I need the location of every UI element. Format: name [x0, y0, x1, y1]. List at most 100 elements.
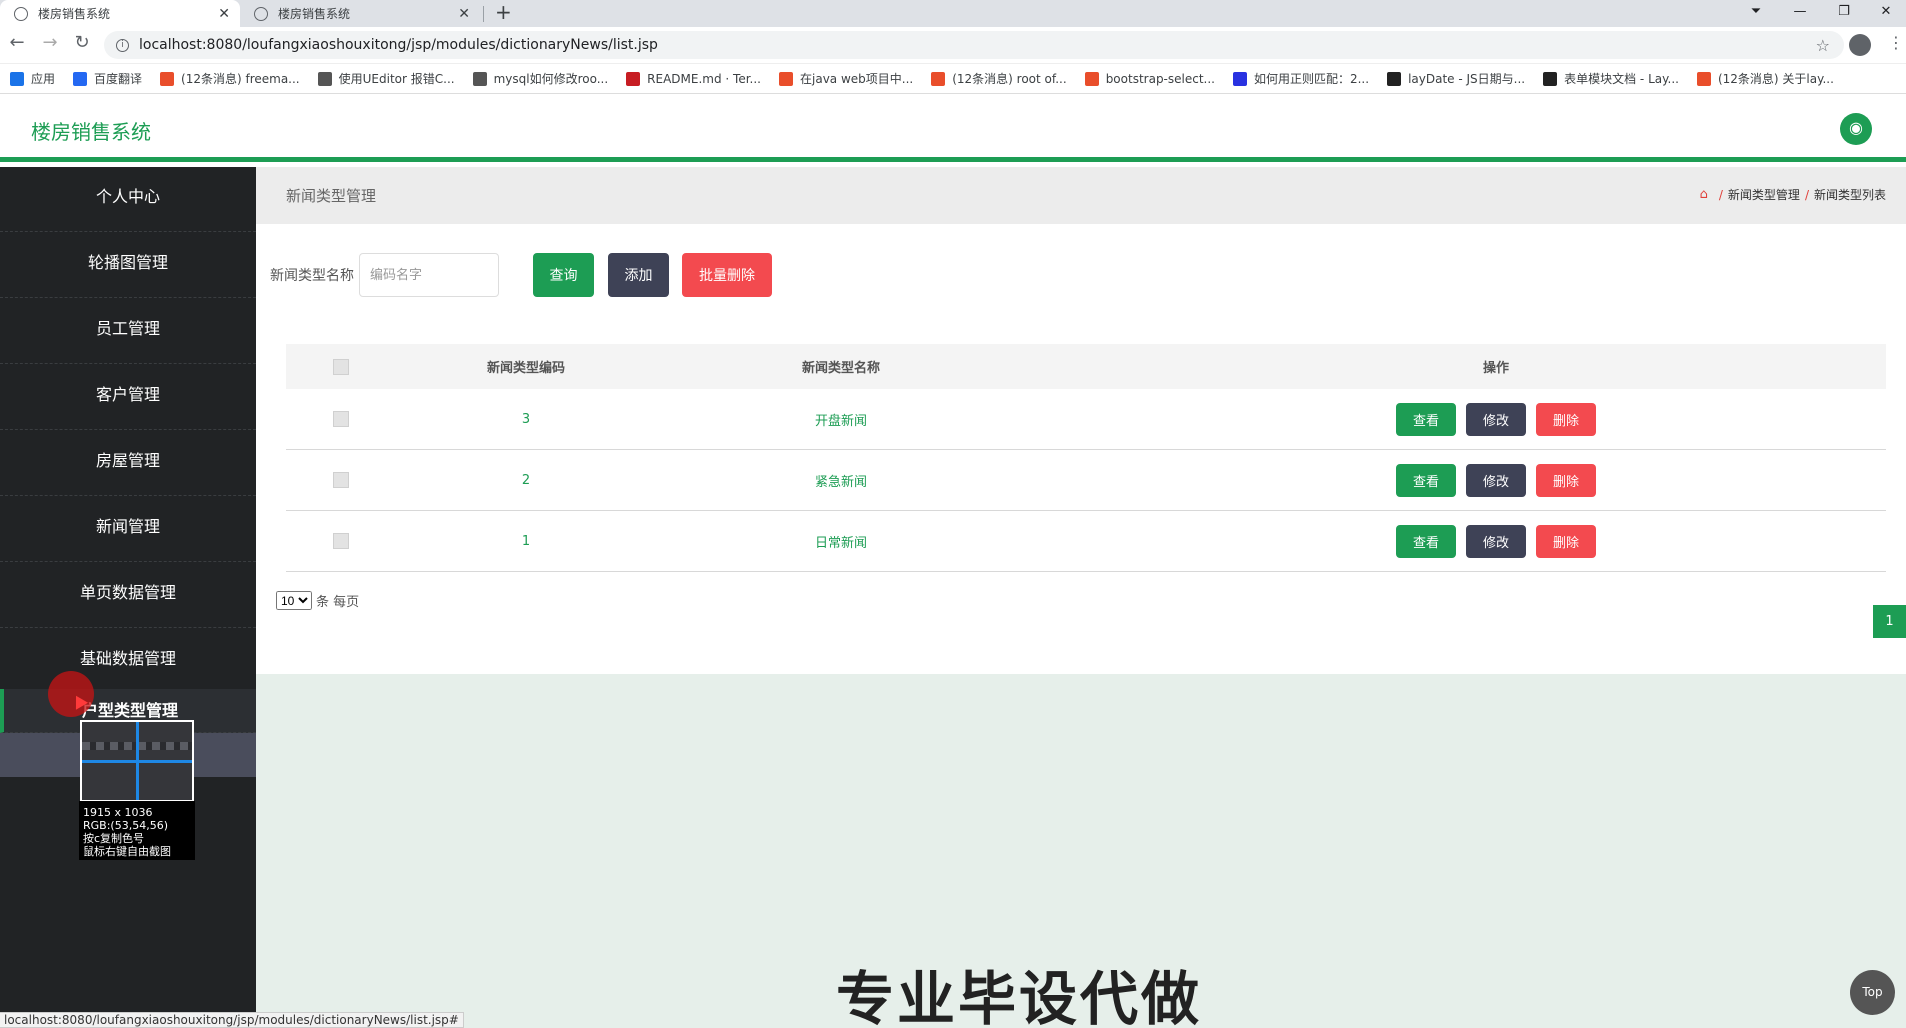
- omnibox[interactable]: i localhost:8080/loufangxiaoshouxitong/j…: [104, 31, 1844, 59]
- news-type-code: 1: [521, 533, 531, 549]
- sidebar-item-customers[interactable]: 客户管理: [0, 365, 256, 430]
- site-favicon-icon: [14, 6, 28, 21]
- bookmark-item[interactable]: layDate - JS日期与...: [1387, 70, 1525, 87]
- site-info-icon[interactable]: i: [116, 38, 129, 52]
- sidebar: 个人中心 轮播图管理 员工管理 客户管理 房屋管理 新闻管理 单页数据管理 基础…: [0, 167, 256, 1028]
- delete-button[interactable]: 删除: [1536, 463, 1596, 497]
- bookmark-item[interactable]: mysql如何修改roo...: [472, 70, 608, 87]
- search-input[interactable]: [359, 253, 499, 297]
- breadcrumb-item[interactable]: 新闻类型管理: [1728, 186, 1800, 203]
- bookmark-item[interactable]: 表单模块文档 - Lay...: [1543, 70, 1679, 87]
- news-type-code: 2: [521, 472, 531, 488]
- profile-avatar-icon[interactable]: [1849, 34, 1871, 56]
- news-type-table: 新闻类型编码 新闻类型名称 操作 3 开盘新闻 查看 修改 删除 2 紧急新闻: [286, 344, 1886, 572]
- site-favicon-icon: [254, 6, 268, 21]
- sidebar-item-basic-data[interactable]: 基础数据管理: [0, 629, 256, 694]
- tab-search-icon[interactable]: ⏷: [1736, 0, 1776, 27]
- csdn-icon: [1696, 71, 1711, 86]
- batch-delete-button[interactable]: 批量删除: [682, 253, 772, 297]
- sidebar-item-carousel[interactable]: 轮播图管理: [0, 233, 256, 298]
- new-tab-button[interactable]: +: [495, 0, 512, 27]
- bookmark-item[interactable]: 百度翻译: [73, 70, 142, 87]
- delete-button[interactable]: 删除: [1536, 524, 1596, 558]
- bookmark-item[interactable]: (12条消息) freema...: [160, 70, 300, 87]
- baidu-icon: [1232, 71, 1247, 86]
- add-button[interactable]: 添加: [608, 253, 669, 297]
- bootstrap-icon: [1084, 71, 1099, 86]
- edit-button[interactable]: 修改: [1466, 524, 1526, 558]
- csdn-icon: [779, 71, 793, 86]
- row-checkbox[interactable]: [333, 533, 349, 549]
- mysql-icon: [472, 71, 487, 86]
- bookmark-item[interactable]: bootstrap-select...: [1084, 71, 1215, 86]
- edit-button[interactable]: 修改: [1466, 463, 1526, 497]
- sidebar-item-news[interactable]: 新闻管理: [0, 497, 256, 562]
- row-actions: 查看 修改 删除: [1336, 389, 1656, 449]
- back-icon[interactable]: ←: [4, 32, 30, 53]
- browser-tab[interactable]: 楼房销售系统 ✕: [240, 0, 480, 27]
- view-button[interactable]: 查看: [1396, 402, 1456, 436]
- csdn-icon: [931, 71, 946, 86]
- app-title[interactable]: 楼房销售系统: [31, 116, 151, 145]
- breadcrumb-item-current: 新闻类型列表: [1813, 188, 1886, 202]
- bookmark-item[interactable]: README.md · Ter...: [626, 71, 761, 86]
- tab-divider: [483, 6, 484, 22]
- bookmark-item[interactable]: 使用UEditor 报错C...: [317, 70, 455, 87]
- bookmarks-bar: 应用 百度翻译 (12条消息) freema... 使用UEditor 报错C.…: [0, 64, 1906, 94]
- view-button[interactable]: 查看: [1396, 524, 1456, 558]
- column-header: 新闻类型名称: [801, 361, 880, 376]
- url-text[interactable]: localhost:8080/loufangxiaoshouxitong/jsp…: [139, 37, 1816, 53]
- bookmark-item[interactable]: 在java web项目中...: [779, 70, 913, 87]
- tab-title: 楼房销售系统: [278, 7, 351, 21]
- browser-tab-active[interactable]: 楼房销售系统 ✕: [0, 0, 240, 27]
- csdn-icon: [160, 71, 175, 86]
- table-row: 3 开盘新闻 查看 修改 删除: [286, 389, 1886, 450]
- bookmark-item[interactable]: 如何用正则匹配：2...: [1232, 70, 1369, 87]
- bookmark-item[interactable]: (12条消息) root of...: [931, 70, 1067, 87]
- row-actions: 查看 修改 删除: [1336, 511, 1656, 571]
- gitee-icon: [626, 71, 641, 86]
- window-close-icon[interactable]: ✕: [1866, 0, 1906, 27]
- bookmark-star-icon[interactable]: ☆: [1816, 36, 1830, 55]
- forward-icon[interactable]: →: [37, 32, 63, 53]
- row-checkbox[interactable]: [333, 411, 349, 427]
- table-row: 1 日常新闻 查看 修改 删除: [286, 511, 1886, 572]
- row-checkbox[interactable]: [333, 472, 349, 488]
- search-button[interactable]: 查询: [533, 253, 594, 297]
- screenshot-hint-rightclick: 鼠标右键自由截图: [83, 845, 171, 858]
- bookmark-item[interactable]: (12条消息) 关于lay...: [1696, 70, 1834, 87]
- sidebar-item-personal-center[interactable]: 个人中心: [0, 167, 256, 232]
- row-actions: 查看 修改 删除: [1336, 450, 1656, 510]
- news-type-code: 3: [521, 411, 531, 427]
- tab-close-icon[interactable]: ✕: [458, 6, 470, 22]
- sidebar-item-houses[interactable]: 房屋管理: [0, 431, 256, 496]
- column-header: 新闻类型编码: [486, 361, 565, 376]
- list-panel: 新闻类型名称 查询 添加 批量删除 新闻类型编码 新闻类型名称 操作 3 开盘新…: [256, 224, 1906, 674]
- page-number-button[interactable]: 1: [1873, 605, 1906, 638]
- select-all-checkbox[interactable]: [333, 358, 349, 375]
- screenshot-rgb: RGB:(53,54,56): [83, 819, 168, 832]
- browser-status-url: localhost:8080/loufangxiaoshouxitong/jsp…: [0, 1012, 464, 1028]
- view-button[interactable]: 查看: [1396, 463, 1456, 497]
- edit-button[interactable]: 修改: [1466, 402, 1526, 436]
- restore-icon[interactable]: ❐: [1824, 0, 1864, 27]
- tab-close-icon[interactable]: ✕: [218, 6, 230, 22]
- browser-menu-icon[interactable]: ⋮: [1888, 33, 1904, 52]
- table-row: 2 紧急新闻 查看 修改 删除: [286, 450, 1886, 511]
- bookmark-item[interactable]: 应用: [10, 70, 55, 87]
- home-icon[interactable]: ⌂: [1700, 187, 1708, 202]
- page-size-select[interactable]: 10: [276, 591, 312, 610]
- minimize-icon[interactable]: —: [1780, 0, 1820, 27]
- layui-icon: [1543, 71, 1558, 86]
- page-header-bar: 新闻类型管理 ⌂ / 新闻类型管理 / 新闻类型列表: [256, 167, 1906, 224]
- back-to-top-button[interactable]: Top: [1850, 970, 1895, 1015]
- sidebar-item-staff[interactable]: 员工管理: [0, 299, 256, 364]
- delete-button[interactable]: 删除: [1536, 402, 1596, 436]
- sidebar-item-single-page[interactable]: 单页数据管理: [0, 563, 256, 628]
- ueditor-icon: [317, 71, 332, 86]
- user-icon[interactable]: ◉: [1840, 113, 1872, 145]
- news-type-name: 紧急新闻: [814, 474, 867, 490]
- reload-icon[interactable]: ↻: [69, 32, 95, 53]
- app-header: 楼房销售系统 ◉: [0, 94, 1906, 162]
- table-header: 新闻类型编码 新闻类型名称 操作: [286, 344, 1886, 389]
